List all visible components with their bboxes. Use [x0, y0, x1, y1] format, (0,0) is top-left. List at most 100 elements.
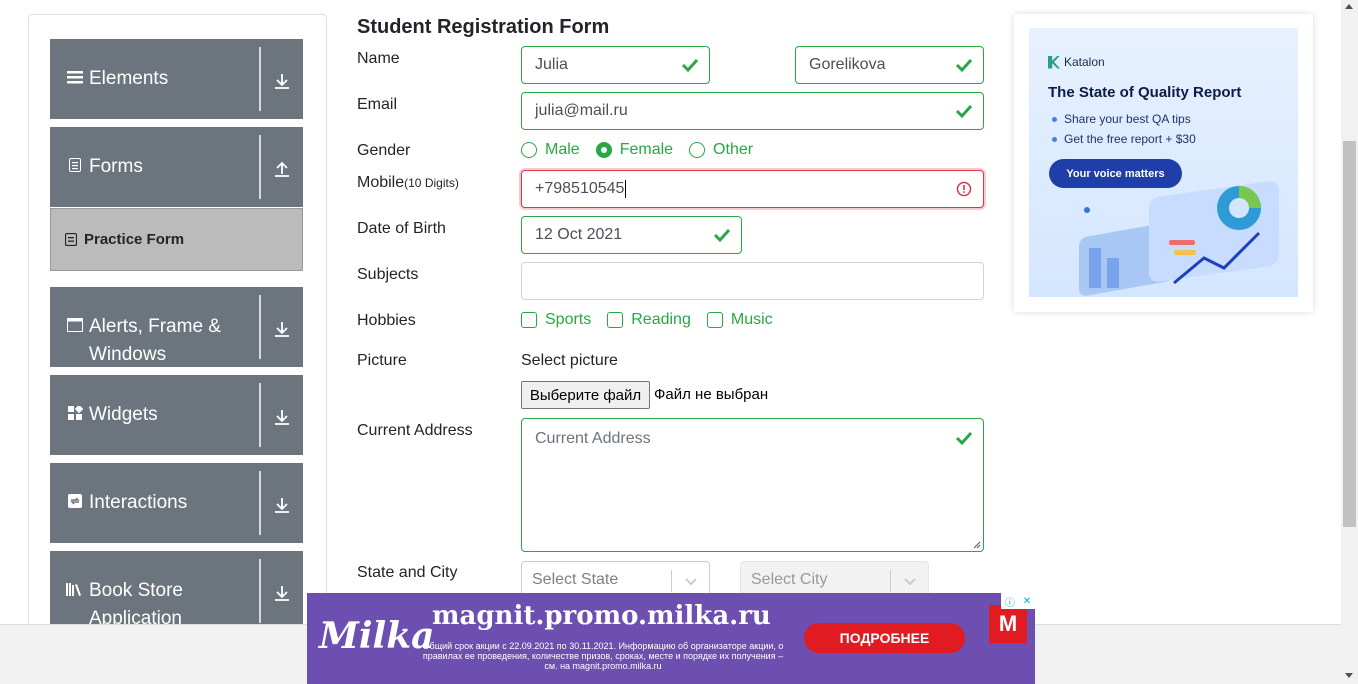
checkbox[interactable]: [706, 312, 723, 328]
hobby-music-checkbox[interactable]: Music: [706, 311, 773, 329]
radio-circle[interactable]: [521, 142, 537, 158]
sidebar-group-interactions[interactable]: Interactions: [50, 463, 303, 543]
dob-input[interactable]: 12 Oct 2021: [521, 216, 742, 254]
checkbox[interactable]: [607, 312, 624, 328]
check-icon: [955, 58, 973, 73]
ad-title: The State of Quality Report: [1048, 84, 1242, 101]
sidebar: Elements Forms Practice Form Alerts, Fra…: [28, 14, 327, 674]
scroll-thumb[interactable]: [1343, 141, 1356, 527]
divider: [259, 559, 261, 623]
hobby-label: Reading: [631, 311, 691, 328]
down-arrow-icon[interactable]: [272, 495, 292, 515]
down-arrow-icon[interactable]: [272, 319, 292, 339]
divider: [259, 295, 261, 359]
scroll-down-icon[interactable]: [1345, 673, 1353, 678]
ad-controls: ⓘ ✕: [1001, 593, 1035, 609]
sidebar-group-label: Forms: [89, 156, 143, 177]
hobby-label: Sports: [545, 311, 592, 328]
sidebar-group-label: Widgets: [89, 404, 158, 425]
text-cursor: [625, 180, 627, 198]
chevron-down-icon[interactable]: [902, 573, 918, 589]
mobile-input[interactable]: +798510545: [521, 170, 984, 208]
ad-illustration: [1079, 181, 1279, 296]
select-separator: [890, 570, 891, 592]
up-arrow-icon[interactable]: [272, 159, 292, 179]
gender-option-label: Male: [545, 141, 580, 158]
magnit-logo: М: [989, 605, 1027, 643]
katalon-logo: Katalon: [1048, 55, 1105, 69]
hobbies-checkbox-group: Sports Reading Music: [521, 311, 789, 329]
subjects-input[interactable]: [521, 262, 984, 300]
city-placeholder: Select City: [751, 571, 828, 588]
choose-file-button[interactable]: Выберите файл: [521, 381, 650, 409]
interactions-icon: [66, 494, 84, 508]
divider: [259, 135, 261, 199]
name-label: Name: [357, 50, 400, 67]
sidebar-item-label: Practice Form: [84, 231, 185, 248]
mobile-label-text: Mobile: [357, 174, 405, 191]
window-icon: [66, 318, 84, 332]
state-placeholder: Select State: [532, 571, 619, 588]
checkbox[interactable]: [521, 312, 537, 328]
select-picture-label: Select picture: [521, 352, 618, 369]
gender-other-radio[interactable]: Other: [689, 141, 753, 159]
gender-female-radio[interactable]: Female: [595, 141, 673, 159]
katalon-logo-icon: [1048, 55, 1060, 69]
katalon-brand: Katalon: [1064, 55, 1105, 69]
address-placeholder: Current Address: [535, 430, 651, 447]
error-icon: [956, 181, 972, 197]
promo-cta-button[interactable]: ПОДРОБНЕЕ: [804, 623, 965, 653]
divider: [259, 383, 261, 447]
widgets-icon: [66, 406, 84, 421]
dob-label: Date of Birth: [357, 220, 446, 237]
gender-radio-group: Male Female Other: [521, 141, 769, 159]
down-arrow-icon[interactable]: [272, 583, 292, 603]
ad-info-icon[interactable]: ⓘ: [1005, 594, 1015, 609]
last-name-value: Gorelikova: [809, 56, 886, 73]
sidebar-group-alerts[interactable]: Alerts, Frame & Windows: [50, 287, 303, 367]
resize-handle-icon[interactable]: [973, 541, 981, 549]
katalon-ad[interactable]: Katalon The State of Quality Report Shar…: [1014, 14, 1313, 312]
radio-circle[interactable]: [595, 142, 612, 158]
sidebar-group-label: Alerts, Frame & Windows: [89, 316, 221, 365]
page-scrollbar[interactable]: [1341, 0, 1358, 684]
sidebar-group-book-store[interactable]: Book Store Application: [50, 551, 303, 631]
gender-male-radio[interactable]: Male: [521, 141, 580, 159]
scroll-up-icon[interactable]: [1345, 4, 1353, 9]
sidebar-item-practice-form[interactable]: Practice Form: [50, 208, 303, 271]
hamburger-icon: [66, 70, 84, 84]
sidebar-group-forms[interactable]: Forms: [50, 127, 303, 207]
email-input[interactable]: julia@mail.ru: [521, 92, 984, 130]
ad-close-icon[interactable]: ✕: [1023, 596, 1031, 607]
first-name-input[interactable]: Julia: [521, 46, 710, 84]
sidebar-group-widgets[interactable]: Widgets: [50, 375, 303, 455]
chevron-down-icon[interactable]: [683, 573, 699, 589]
magnit-logo-text: М: [998, 611, 1018, 636]
hobby-sports-checkbox[interactable]: Sports: [521, 311, 591, 329]
down-arrow-icon[interactable]: [272, 407, 292, 427]
gender-option-label: Other: [713, 141, 754, 158]
ad-bullet: Get the free report + $30: [1052, 132, 1196, 146]
hobbies-label: Hobbies: [357, 312, 416, 329]
form-icon: [66, 158, 84, 172]
down-arrow-icon[interactable]: [272, 71, 292, 91]
form-title: Student Registration Form: [357, 16, 610, 38]
check-icon: [681, 58, 699, 73]
current-address-textarea[interactable]: Current Address: [521, 418, 984, 552]
mobile-label: Mobile(10 Digits): [357, 174, 459, 192]
sidebar-group-label: Interactions: [89, 492, 188, 513]
radio-circle[interactable]: [689, 142, 706, 158]
ad-banner[interactable]: Katalon The State of Quality Report Shar…: [1029, 28, 1298, 297]
promo-text: Общий срок акции с 22.09.2021 по 30.11.2…: [422, 641, 784, 671]
promo-url: magnit.promo.milka.ru: [432, 601, 771, 631]
practice-form-icon: [65, 233, 77, 246]
picture-label: Picture: [357, 352, 407, 369]
mobile-value: +798510545: [535, 180, 625, 197]
last-name-input[interactable]: Gorelikova: [795, 46, 984, 84]
hobby-reading-checkbox[interactable]: Reading: [607, 311, 691, 329]
milka-ad[interactable]: Milka magnit.promo.milka.ru Общий срок а…: [307, 593, 1035, 684]
check-icon: [955, 431, 973, 446]
sidebar-group-elements[interactable]: Elements: [50, 39, 303, 119]
email-value: julia@mail.ru: [535, 102, 628, 119]
mobile-hint: (10 Digits): [404, 176, 459, 190]
